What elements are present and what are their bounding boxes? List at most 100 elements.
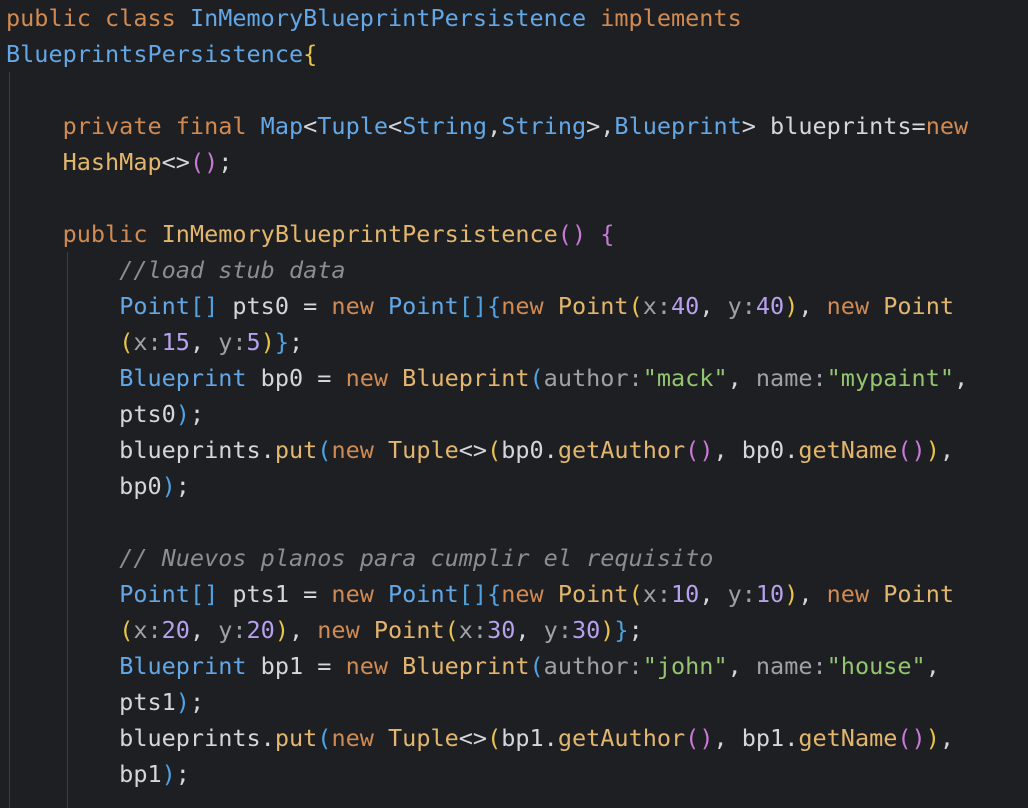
code-token: new	[501, 292, 558, 320]
code-token: InMemoryBlueprintPersistence	[161, 220, 558, 248]
code-token: 30	[571, 616, 601, 644]
code-line[interactable]: pts0);	[6, 396, 204, 432]
code-line[interactable]: blueprints.put(new Tuple<>(bp1.getAuthor…	[6, 720, 954, 756]
code-token: (	[487, 724, 502, 752]
code-token: 40	[755, 292, 785, 320]
code-token: )	[260, 328, 275, 356]
code-token: //load stub data	[119, 256, 346, 284]
code-line[interactable]: Point[] pts0 = new Point[]{new Point(x:4…	[6, 288, 954, 324]
code-line[interactable]: private final Map<Tuple<String,String>,B…	[6, 108, 969, 144]
code-token: HashMap	[62, 148, 162, 176]
code-token: ,	[798, 292, 827, 320]
code-token: ;	[289, 328, 304, 356]
code-token: ()	[897, 724, 926, 752]
code-line[interactable]: public class InMemoryBlueprintPersistenc…	[6, 0, 742, 36]
code-line[interactable]: bp1);	[6, 756, 190, 792]
code-line[interactable]: // Nuevos planos para cumplir el requisi…	[6, 540, 713, 576]
code-token: new	[331, 436, 389, 464]
code-token: getName	[798, 436, 898, 464]
code-token: Blueprint	[402, 652, 530, 680]
code-token: <	[303, 112, 318, 140]
code-token: ,	[939, 436, 955, 464]
code-token: String	[402, 112, 488, 140]
code-token: "mack"	[642, 364, 728, 392]
code-token: "john"	[642, 652, 728, 680]
code-token: bp1.	[501, 724, 558, 752]
code-token: getAuthor	[557, 724, 686, 752]
code-token: )	[784, 292, 799, 320]
code-token: ,	[487, 112, 502, 140]
code-token: getAuthor	[557, 436, 686, 464]
code-token: 40	[671, 292, 700, 320]
code-token: x:	[133, 616, 162, 644]
code-token: 10	[755, 580, 785, 608]
code-token: InMemoryBlueprintPersistence	[189, 4, 587, 32]
code-token: new	[331, 724, 389, 752]
code-line[interactable]: Blueprint bp0 = new Blueprint(author:"ma…	[6, 360, 968, 396]
code-token: ,	[727, 652, 756, 680]
code-token: ,	[925, 652, 940, 680]
code-token: Point	[388, 292, 459, 320]
code-token: []	[189, 292, 219, 320]
code-token: implements	[586, 4, 742, 32]
code-token: new	[317, 616, 374, 644]
code-line[interactable]: Blueprint bp1 = new Blueprint(author:"jo…	[6, 648, 940, 684]
code-line[interactable]: public InMemoryBlueprintPersistence() {	[6, 216, 615, 252]
code-line[interactable]: HashMap<>();	[6, 144, 233, 180]
code-line[interactable]: Point[] pts1 = new Point[]{new Point(x:1…	[6, 576, 954, 612]
code-token: Point	[119, 292, 190, 320]
code-token: Point	[119, 580, 190, 608]
code-token: name:	[755, 364, 827, 392]
code-token: )	[784, 580, 799, 608]
code-line[interactable]: (x:20, y:20), new Point(x:30, y:30)};	[6, 612, 643, 648]
code-token: ()	[685, 436, 714, 464]
code-token: pts0 =	[218, 292, 332, 320]
code-token: new	[925, 112, 969, 140]
code-token: }	[614, 616, 629, 644]
code-token: author:	[543, 652, 643, 680]
code-line[interactable]: BlueprintsPersistence{	[6, 36, 317, 72]
code-editor[interactable]: public class InMemoryBlueprintPersistenc…	[0, 0, 1028, 808]
code-token: (	[317, 436, 332, 464]
code-token: Tuple	[317, 112, 389, 140]
code-token: Point	[883, 292, 954, 320]
code-token: > blueprints=	[741, 112, 926, 140]
code-token: )	[925, 436, 940, 464]
code-line[interactable]: bp0);	[6, 468, 190, 504]
code-token: private final	[62, 112, 261, 140]
code-token: ,	[189, 616, 219, 644]
code-token: bp1 =	[246, 652, 346, 680]
code-token: 15	[161, 328, 190, 356]
code-token: , bp1.	[713, 724, 799, 752]
code-line[interactable]: (x:15, y:5)};	[6, 324, 303, 360]
code-token: y:	[543, 616, 572, 644]
code-token: BlueprintsPersistence	[6, 40, 304, 68]
code-token: (	[529, 364, 544, 392]
code-token: ,	[798, 580, 827, 608]
code-token: blueprints.	[6, 724, 275, 752]
code-token: "mypaint"	[826, 364, 954, 392]
code-token: y:	[727, 580, 756, 608]
code-line[interactable]: //load stub data	[6, 252, 346, 288]
code-token: public	[62, 220, 162, 248]
code-token: y:	[218, 328, 247, 356]
code-line[interactable]: pts1);	[6, 684, 204, 720]
code-token: Tuple	[388, 724, 459, 752]
code-token: x:	[133, 328, 162, 356]
code-token: public class	[6, 4, 190, 32]
code-token: blueprints.	[6, 436, 275, 464]
code-token: )	[175, 688, 190, 716]
code-line[interactable]: blueprints.put(new Tuple<>(bp0.getAuthor…	[6, 432, 954, 468]
code-token: Blueprint	[402, 364, 530, 392]
code-token: (	[444, 616, 459, 644]
code-token: ;	[628, 616, 643, 644]
code-token: {	[487, 292, 502, 320]
code-token: <>	[458, 436, 488, 464]
code-token: }	[274, 328, 289, 356]
